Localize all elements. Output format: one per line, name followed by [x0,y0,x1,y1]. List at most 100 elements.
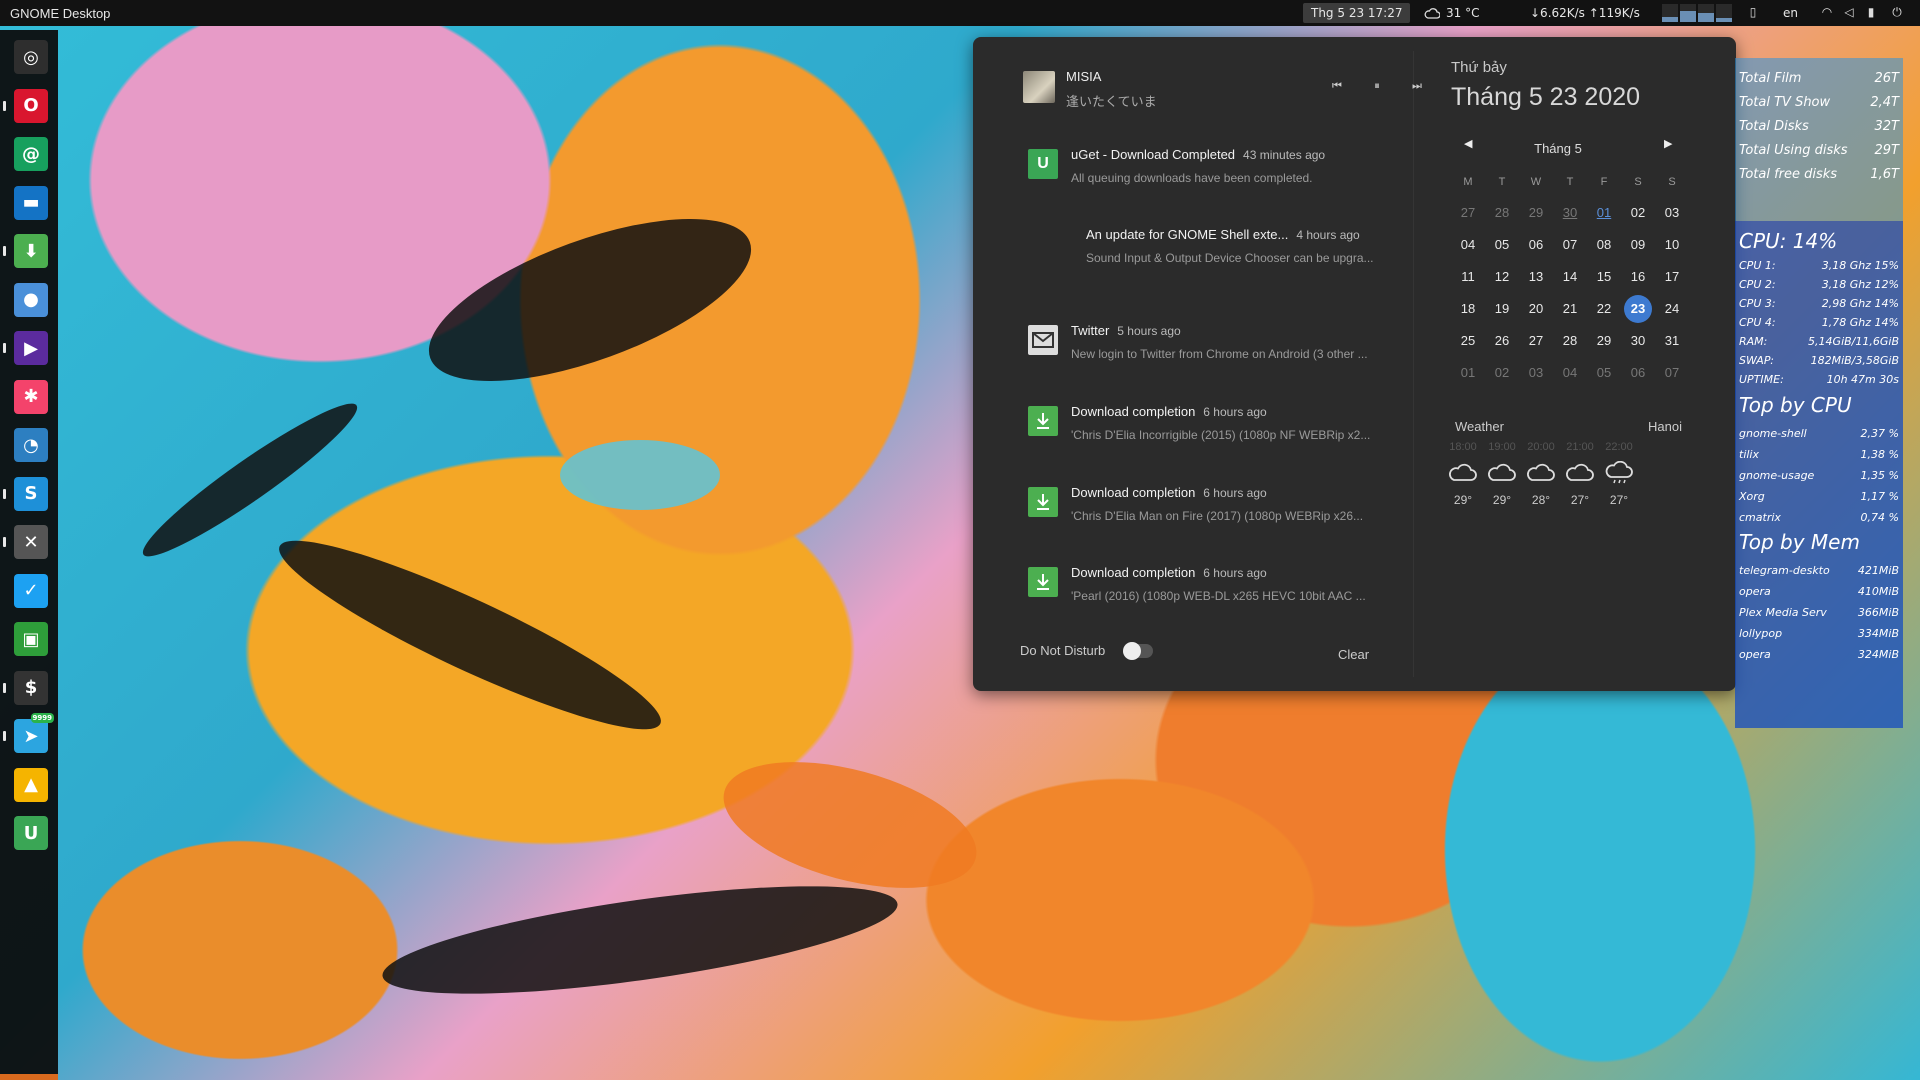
calendar-day-number: 29 [1528,205,1544,220]
wifi-icon[interactable]: ◠ [1820,5,1834,19]
telegram-icon[interactable]: ➤ 9999 [14,713,54,753]
terminal-icon[interactable]: $ [14,670,48,705]
previous-track-button[interactable]: ⏮ [1328,77,1346,95]
files-icon[interactable]: ▬ [14,185,48,220]
calendar-weekday-headers: MTWTFSS [1451,167,1691,197]
weather-indicator[interactable]: 31 °C [1424,0,1479,26]
calendar-day[interactable]: 14 [1553,263,1587,291]
calendar-day[interactable]: 04 [1553,359,1587,387]
twitter-icon[interactable]: ✓ [14,573,48,608]
calendar-day[interactable]: 05 [1587,359,1621,387]
pause-button[interactable]: ⏸ [1368,77,1386,95]
calendar-day[interactable]: 27 [1519,327,1553,355]
keyboard-layout[interactable]: en [1783,0,1798,26]
calendar-day[interactable]: 19 [1485,295,1519,323]
calendar-day[interactable]: 28 [1553,327,1587,355]
calendar-day[interactable]: 01 [1587,199,1621,227]
calendar-day[interactable]: 05 [1485,231,1519,259]
media-player-icon[interactable]: ▶ [14,331,48,365]
calendar-day[interactable]: 11 [1451,263,1485,291]
next-track-button[interactable]: ⏭ [1408,77,1426,95]
pinwheel-icon[interactable]: ✱ [14,379,48,414]
calendar-day[interactable]: 25 [1451,327,1485,355]
calendar-day[interactable]: 07 [1553,231,1587,259]
calendar-day[interactable]: 06 [1519,231,1553,259]
power-icon[interactable]: ⏻ [1890,5,1904,19]
calendar-day[interactable]: 20 [1519,295,1553,323]
calendar-day[interactable]: 22 [1587,295,1621,323]
notification-item[interactable]: Twitter 5 hours ago New login to Twitter f… [1028,323,1398,383]
previous-month-button[interactable]: ◀ [1464,137,1472,150]
notification-item[interactable]: UuGet - Download Completed 43 minutes ago… [1028,147,1398,207]
storage-stat: Total Film 26T [1739,71,1899,86]
uget-icon[interactable]: U [14,816,48,850]
calendar-day[interactable]: 13 [1519,263,1553,291]
activities-app-title[interactable]: GNOME Desktop [0,6,110,21]
calendar-day[interactable]: 16 [1621,263,1655,291]
notification-item[interactable]: An update for GNOME Shell exte... 4 hours… [1028,227,1398,287]
calendar-day[interactable]: 24 [1655,295,1689,323]
clear-button[interactable]: Clear [1338,647,1369,662]
calendar-day[interactable]: 09 [1621,231,1655,259]
video-icon[interactable]: ▣ [14,622,48,656]
album-art [1023,71,1055,103]
calendar-day[interactable]: 18 [1451,295,1485,323]
network-speed[interactable]: ↓6.62K/s ↑119K/s [1530,0,1640,26]
calendar-day-today[interactable]: 23 [1621,295,1655,323]
top-mem-process-label: lollypop [1739,627,1783,640]
calendar-day[interactable]: 30 [1621,327,1655,355]
top-mem-process: telegram-deskto 421MiB [1739,564,1899,577]
calendar-day[interactable]: 01 [1451,359,1485,387]
calendar-day[interactable]: 29 [1519,199,1553,227]
notification-item[interactable]: Download completion 6 hours ago 'Chris D'E… [1028,485,1398,545]
clipboard-icon[interactable]: ▯ [1746,5,1760,19]
clock-button[interactable]: Thg 5 23 17:27 [1303,3,1411,23]
top-mem-process: opera 410MiB [1739,585,1899,598]
tools-icon[interactable]: ✕ [14,525,48,559]
calendar-day[interactable]: 10 [1655,231,1689,259]
cpu-stat: UPTIME: 10h 47m 30s [1739,373,1899,386]
forecast-time: 22:00 [1605,441,1633,453]
calendar-day[interactable]: 17 [1655,263,1689,291]
calendar-day[interactable]: 06 [1621,359,1655,387]
calendar-day[interactable]: 27 [1451,199,1485,227]
calendar-day[interactable]: 04 [1451,231,1485,259]
calendar-grid: M T W T F S S 27 28 29 30 01 02 03 04 05 06 07 08 09 10 11 12 1… [1451,167,1691,389]
gamepad-icon[interactable]: ● [14,282,48,317]
do-not-disturb-label: Do Not Disturb [1020,643,1106,658]
calendar-day[interactable]: 08 [1587,231,1621,259]
calendar-day[interactable]: 30 [1553,199,1587,227]
calendar-day[interactable]: 29 [1587,327,1621,355]
calendar-day[interactable]: 26 [1485,327,1519,355]
calendar-day[interactable]: 31 [1655,327,1689,355]
notification-item[interactable]: Download completion 6 hours ago 'Chris D'E… [1028,404,1398,464]
next-month-button[interactable]: ▶ [1664,137,1672,150]
calendar-day[interactable]: 15 [1587,263,1621,291]
calendar-day[interactable]: 28 [1485,199,1519,227]
do-not-disturb-toggle[interactable] [1123,642,1153,660]
calendar-day[interactable]: 21 [1553,295,1587,323]
calendar-day[interactable]: 03 [1655,199,1689,227]
opera-icon[interactable]: O [14,88,48,123]
skype-icon[interactable]: S [14,476,48,511]
calendar-day[interactable]: 07 [1655,359,1689,387]
notification-item[interactable]: Download completion 6 hours ago 'Pearl (20… [1028,565,1398,625]
calendar-day[interactable]: 12 [1485,263,1519,291]
chromium-icon[interactable]: ◎ [14,40,48,74]
downloader-icon[interactable]: ⬇ [14,234,48,268]
weather-title[interactable]: Weather [1455,419,1504,434]
email-icon[interactable]: @ [14,137,48,171]
system-monitor-graph[interactable] [1662,4,1732,22]
calendar-day[interactable]: 03 [1519,359,1553,387]
system-monitor-icon[interactable]: ◔ [14,428,48,462]
top-mem-header: Top by Mem [1739,530,1899,554]
running-indicator [3,488,6,499]
calendar-date[interactable]: Tháng 5 23 2020 [1451,83,1640,112]
wallpaper-stroke [264,514,676,756]
microphone-icon[interactable]: ▮ [1864,5,1878,19]
google-drive-icon[interactable]: ▲ [14,767,48,802]
calendar-day-number: 28 [1494,205,1510,220]
calendar-day[interactable]: 02 [1621,199,1655,227]
volume-icon[interactable]: ◁ [1842,5,1856,19]
calendar-day[interactable]: 02 [1485,359,1519,387]
